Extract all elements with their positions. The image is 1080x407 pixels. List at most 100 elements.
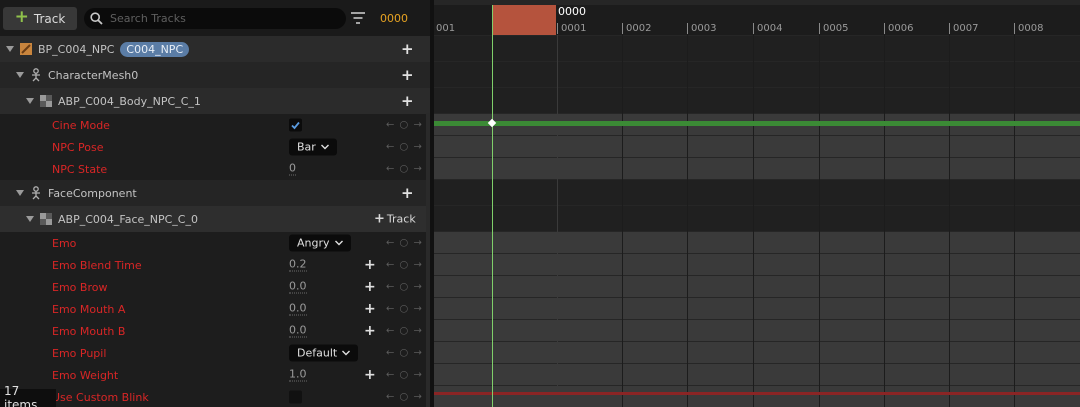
- track-lane[interactable]: [434, 342, 1080, 363]
- tick-label: 0004: [757, 23, 783, 34]
- use-custom-blink-checkbox[interactable]: [289, 390, 302, 404]
- emo-brow-value[interactable]: 0.0: [289, 280, 307, 294]
- add-button[interactable]: +: [401, 184, 414, 202]
- tick-label: 0005: [823, 23, 849, 34]
- property-row-npc-state[interactable]: NPC State 0 ← ○ →: [0, 158, 430, 180]
- property-row-npc-pose[interactable]: NPC Pose Bar ← ○ →: [0, 136, 430, 158]
- tree-item-charactermesh0[interactable]: CharacterMesh0 +: [0, 62, 430, 88]
- track-lane[interactable]: [434, 136, 1080, 157]
- add-button[interactable]: +: [401, 66, 414, 84]
- property-row-emo-mouth-a[interactable]: Emo Mouth A 0.0 + ← ○ →: [0, 298, 430, 320]
- property-row-cine-mode[interactable]: Cine Mode ← ○ →: [0, 114, 430, 136]
- add-button[interactable]: +: [401, 40, 414, 58]
- plus-icon: +: [374, 211, 385, 227]
- tick-mark: [819, 23, 820, 34]
- timeline-panel[interactable]: 001 0001 0002 0003 0004 0005 0006 0007 0…: [434, 0, 1080, 407]
- track-lane[interactable]: [434, 36, 1080, 61]
- property-row-emo-mouth-b[interactable]: Emo Mouth B 0.0 + ← ○ →: [0, 320, 430, 342]
- track-lane[interactable]: [434, 364, 1080, 385]
- search-input[interactable]: [108, 11, 332, 26]
- add-button[interactable]: +: [401, 92, 414, 110]
- property-label: NPC Pose: [52, 140, 104, 154]
- keyframe-nav[interactable]: ← ○ →: [386, 260, 423, 271]
- track-lane[interactable]: [434, 206, 1080, 231]
- custom-blink-track-bar[interactable]: [434, 392, 1080, 395]
- track-lane[interactable]: [434, 62, 1080, 87]
- track-lane[interactable]: [434, 386, 1080, 407]
- track-lane[interactable]: [434, 180, 1080, 205]
- property-label: Emo Weight: [52, 368, 119, 382]
- property-row-emo-blend-time[interactable]: Emo Blend Time 0.2 + ← ○ →: [0, 254, 430, 276]
- track-lane[interactable]: [434, 158, 1080, 179]
- current-frame-field[interactable]: 0000: [380, 12, 408, 25]
- property-row-emo-weight[interactable]: Emo Weight 1.0 + ← ○ →: [0, 364, 430, 386]
- track-lane[interactable]: [434, 232, 1080, 253]
- grid-line: [753, 35, 754, 407]
- tree-item-label: CharacterMesh0: [48, 68, 139, 82]
- tick-mark: [753, 23, 754, 34]
- track-lane[interactable]: [434, 254, 1080, 275]
- items-count: 17 items: [0, 384, 56, 407]
- playhead-line[interactable]: [492, 5, 493, 407]
- add-key-button[interactable]: +: [364, 279, 376, 295]
- emo-mouth-a-value[interactable]: 0.0: [289, 302, 307, 316]
- property-row-emo-brow[interactable]: Emo Brow 0.0 + ← ○ →: [0, 276, 430, 298]
- tick-mark: [622, 23, 623, 34]
- tick-label: 0008: [1018, 23, 1044, 34]
- add-key-button[interactable]: +: [364, 323, 376, 339]
- track-outliner: + Track 0000 BP_C004_NPC C004_NPC +: [0, 0, 430, 407]
- keyframe-nav[interactable]: ← ○ →: [386, 348, 423, 359]
- keyframe-nav[interactable]: ← ○ →: [386, 164, 423, 175]
- property-row-emo-pupil[interactable]: Emo Pupil Default ← ○ →: [0, 342, 430, 364]
- keyframe-nav[interactable]: ← ○ →: [386, 142, 423, 153]
- chevron-down-icon[interactable]: [26, 98, 34, 104]
- property-row-use-custom-blink[interactable]: Use Custom Blink ← ○ →: [0, 386, 430, 407]
- track-lane[interactable]: [434, 276, 1080, 297]
- tick-mark: [687, 23, 688, 34]
- keyframe-nav[interactable]: ← ○ →: [386, 326, 423, 337]
- sequencer-toolbar: + Track 0000: [0, 0, 430, 36]
- keyframe-nav[interactable]: ← ○ →: [386, 238, 423, 249]
- tree-item-abp-body[interactable]: ABP_C004_Body_NPC_C_1 +: [0, 88, 430, 114]
- keyframe-nav[interactable]: ← ○ →: [386, 304, 423, 315]
- tree-item-abp-face[interactable]: ABP_C004_Face_NPC_C_0 + Track: [0, 206, 430, 232]
- grid-line: [949, 35, 950, 407]
- search-box[interactable]: [84, 8, 346, 29]
- npc-pose-dropdown[interactable]: Bar: [289, 138, 337, 156]
- emo-dropdown[interactable]: Angry: [289, 234, 351, 252]
- tree-item-bp-c004-npc[interactable]: BP_C004_NPC C004_NPC +: [0, 36, 430, 62]
- chevron-down-icon[interactable]: [6, 46, 14, 52]
- npc-state-value[interactable]: 0: [289, 162, 296, 176]
- tree-item-facecomponent[interactable]: FaceComponent +: [0, 180, 430, 206]
- add-track-inline-button[interactable]: + Track: [374, 212, 416, 227]
- keyframe-nav[interactable]: ← ○ →: [386, 120, 423, 131]
- grid-line: [884, 35, 885, 407]
- emo-pupil-dropdown[interactable]: Default: [289, 344, 359, 362]
- cine-mode-checkbox[interactable]: [289, 118, 302, 132]
- plus-icon: +: [14, 7, 29, 27]
- keyframe-nav[interactable]: ← ○ →: [386, 370, 423, 381]
- playhead-handle[interactable]: [492, 5, 556, 35]
- emo-mouth-b-value[interactable]: 0.0: [289, 324, 307, 338]
- add-track-button[interactable]: + Track: [3, 7, 77, 30]
- chevron-down-icon[interactable]: [26, 216, 34, 222]
- chevron-down-icon[interactable]: [16, 72, 24, 78]
- track-lane[interactable]: [434, 88, 1080, 113]
- keyframe-nav[interactable]: ← ○ →: [386, 282, 423, 293]
- add-key-button[interactable]: +: [364, 301, 376, 317]
- track-lane[interactable]: [434, 320, 1080, 341]
- filter-icon[interactable]: [351, 12, 365, 24]
- property-label: Use Custom Blink: [52, 390, 149, 404]
- property-row-emo[interactable]: Emo Angry ← ○ →: [0, 232, 430, 254]
- keyframe-nav[interactable]: ← ○ →: [386, 392, 423, 403]
- add-key-button[interactable]: +: [364, 257, 376, 273]
- cine-mode-track-bar[interactable]: [434, 121, 1080, 126]
- dropdown-value: Bar: [297, 140, 316, 154]
- chevron-down-icon[interactable]: [16, 190, 24, 196]
- tick-label: 0002: [626, 23, 652, 34]
- tick-mark: [884, 23, 885, 34]
- emo-weight-value[interactable]: 1.0: [289, 368, 307, 382]
- emo-blend-time-value[interactable]: 0.2: [289, 258, 307, 272]
- add-key-button[interactable]: +: [364, 367, 376, 383]
- track-lane[interactable]: [434, 298, 1080, 319]
